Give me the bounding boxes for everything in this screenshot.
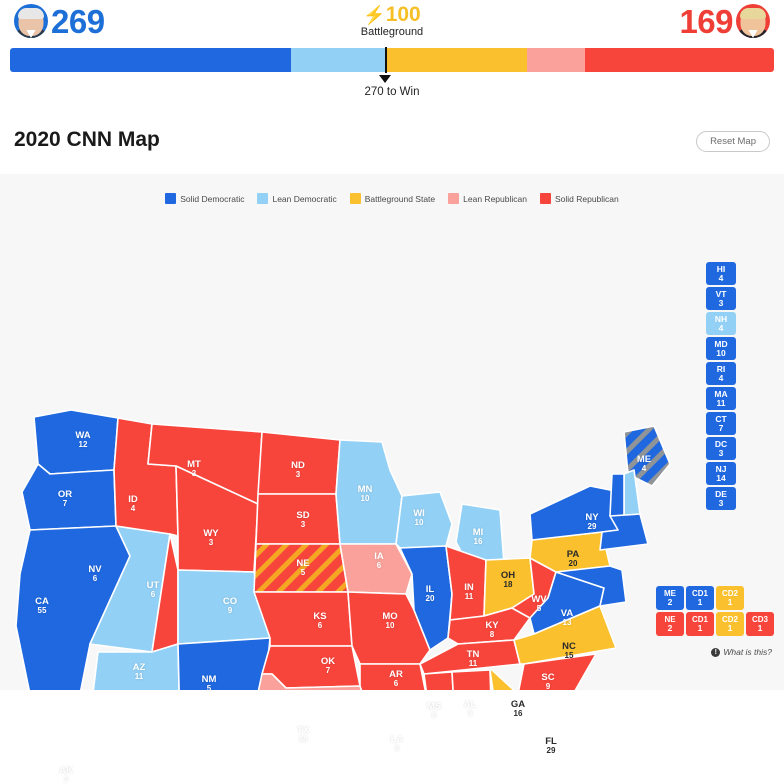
state-box-electoral-votes: 11 (716, 397, 726, 408)
district-box-ME-ME[interactable]: ME 2 (656, 586, 684, 610)
district-electoral-votes: 2 (667, 622, 673, 633)
state-WI[interactable] (395, 491, 453, 549)
state-abbr: AK (59, 765, 73, 777)
page-title: 2020 CNN Map (14, 128, 160, 151)
state-label-LA: LA 8 (391, 735, 404, 753)
info-icon: ! (711, 647, 721, 657)
state-box-electoral-votes: 7 (718, 422, 724, 433)
state-NM[interactable] (177, 637, 271, 690)
map-panel: Solid Democratic Lean Democratic Battlegro… (0, 174, 784, 783)
state-MN[interactable] (335, 439, 403, 545)
state-electoral-votes: 38 (298, 734, 308, 744)
state-box-electoral-votes: 10 (716, 347, 726, 358)
small-state-box-column[interactable]: HI 4 VT 3 NH 4 MD 10 RI 4 MA 11 CT 7 DC 3 NJ 14 DE 3 (706, 262, 736, 510)
state-box-NH[interactable]: NH 4 (706, 312, 736, 335)
district-row-NE: NE 2 CD1 1 CD2 1 CD3 1 (656, 612, 774, 636)
state-box-electoral-votes: 14 (716, 472, 726, 483)
state-IN[interactable] (445, 545, 487, 621)
state-electoral-votes: 29 (546, 745, 556, 755)
republican-score-group: 169 (679, 4, 770, 38)
bolt-icon: ⚡ (363, 5, 386, 25)
state-label-FL: FL 29 (545, 737, 557, 755)
what-is-this-link[interactable]: ! What is this? (711, 647, 772, 657)
state-box-MA[interactable]: MA 11 (706, 387, 736, 410)
state-box-VT[interactable]: VT 3 (706, 287, 736, 310)
congressional-district-grid[interactable]: ME 2 CD1 1 CD2 1 NE 2 CD1 1 CD2 1 CD3 1 (656, 586, 774, 638)
state-electoral-votes: 9 (467, 708, 473, 718)
state-AZ[interactable] (90, 643, 180, 690)
270-threshold-marker (385, 47, 387, 73)
trump-avatar (736, 4, 770, 38)
bar-segment-solid_dem (10, 48, 291, 72)
state-box-electoral-votes: 3 (718, 447, 724, 458)
state-box-DE[interactable]: DE 3 (706, 487, 736, 510)
district-electoral-votes: 1 (757, 622, 763, 633)
district-electoral-votes: 1 (727, 596, 733, 607)
scoreboard: 269 ⚡100 Battleground 169 270 to Win (0, 0, 784, 111)
state-box-DC[interactable]: DC 3 (706, 437, 736, 460)
bar-segment-solid_rep (585, 48, 774, 72)
state-abbr: GA (510, 699, 526, 711)
270-to-win-caption: 270 to Win (364, 86, 420, 98)
bar-segment-lean_rep (527, 48, 585, 72)
district-row-ME: ME 2 CD1 1 CD2 1 (656, 586, 774, 610)
district-box-NE-CD3[interactable]: CD3 1 (746, 612, 774, 636)
electoral-vote-bar[interactable] (10, 48, 774, 72)
state-box-electoral-votes: 3 (718, 497, 724, 508)
state-abbr: TX (296, 725, 310, 737)
bar-segment-battleground (385, 48, 527, 72)
what-is-this-label: What is this? (723, 647, 772, 657)
state-label-GA: GA 16 (511, 700, 525, 718)
state-box-electoral-votes: 3 (718, 297, 724, 308)
state-OR[interactable] (21, 463, 117, 531)
state-electoral-votes: 16 (513, 708, 523, 718)
battleground-label: Battleground (360, 26, 424, 39)
state-label-AK: AK 3 (59, 766, 73, 784)
state-abbr: MS (426, 701, 442, 713)
state-electoral-votes: 3 (63, 774, 69, 784)
state-SD[interactable] (255, 493, 341, 545)
state-VT-shape[interactable] (609, 473, 625, 519)
district-box-NE-CD1[interactable]: CD1 1 (686, 612, 714, 636)
battleground-group: ⚡100 Battleground (0, 3, 784, 39)
state-AR[interactable] (359, 663, 428, 690)
battleground-count-row: ⚡100 (0, 3, 784, 26)
state-WA[interactable] (33, 409, 119, 475)
title-bar: 2020 CNN Map Reset Map (0, 110, 784, 175)
state-box-CT[interactable]: CT 7 (706, 412, 736, 435)
state-box-MD[interactable]: MD 10 (706, 337, 736, 360)
state-abbr: AL (463, 699, 477, 711)
state-MS[interactable] (423, 671, 456, 690)
state-label-AL: AL 9 (464, 700, 477, 718)
bar-segment-lean_dem (291, 48, 385, 72)
state-label-TX: TX 38 (297, 726, 309, 744)
state-box-electoral-votes: 4 (718, 372, 724, 383)
district-box-ME-CD2[interactable]: CD2 1 (716, 586, 744, 610)
state-electoral-votes: 6 (431, 710, 437, 720)
state-box-NJ[interactable]: NJ 14 (706, 462, 736, 485)
state-box-HI[interactable]: HI 4 (706, 262, 736, 285)
district-electoral-votes: 2 (667, 596, 673, 607)
state-label-MS: MS 6 (427, 702, 441, 720)
battleground-count: 100 (385, 3, 421, 26)
state-electoral-votes: 8 (394, 743, 400, 753)
state-box-RI[interactable]: RI 4 (706, 362, 736, 385)
state-AL[interactable] (451, 669, 492, 690)
state-box-electoral-votes: 4 (718, 272, 724, 283)
threshold-arrow-icon (379, 75, 391, 83)
state-ND[interactable] (257, 431, 341, 495)
state-box-electoral-votes: 4 (718, 322, 724, 333)
district-box-ME-CD1[interactable]: CD1 1 (686, 586, 714, 610)
state-abbr: FL (545, 736, 557, 748)
district-box-NE-CD2[interactable]: CD2 1 (716, 612, 744, 636)
district-electoral-votes: 1 (727, 622, 733, 633)
state-NE[interactable] (253, 543, 349, 593)
district-electoral-votes: 1 (697, 596, 703, 607)
state-abbr: LA (390, 734, 404, 746)
district-box-NE-NE[interactable]: NE 2 (656, 612, 684, 636)
district-electoral-votes: 1 (697, 622, 703, 633)
republican-electoral-votes: 169 (679, 2, 733, 40)
reset-map-button[interactable]: Reset Map (696, 131, 770, 152)
